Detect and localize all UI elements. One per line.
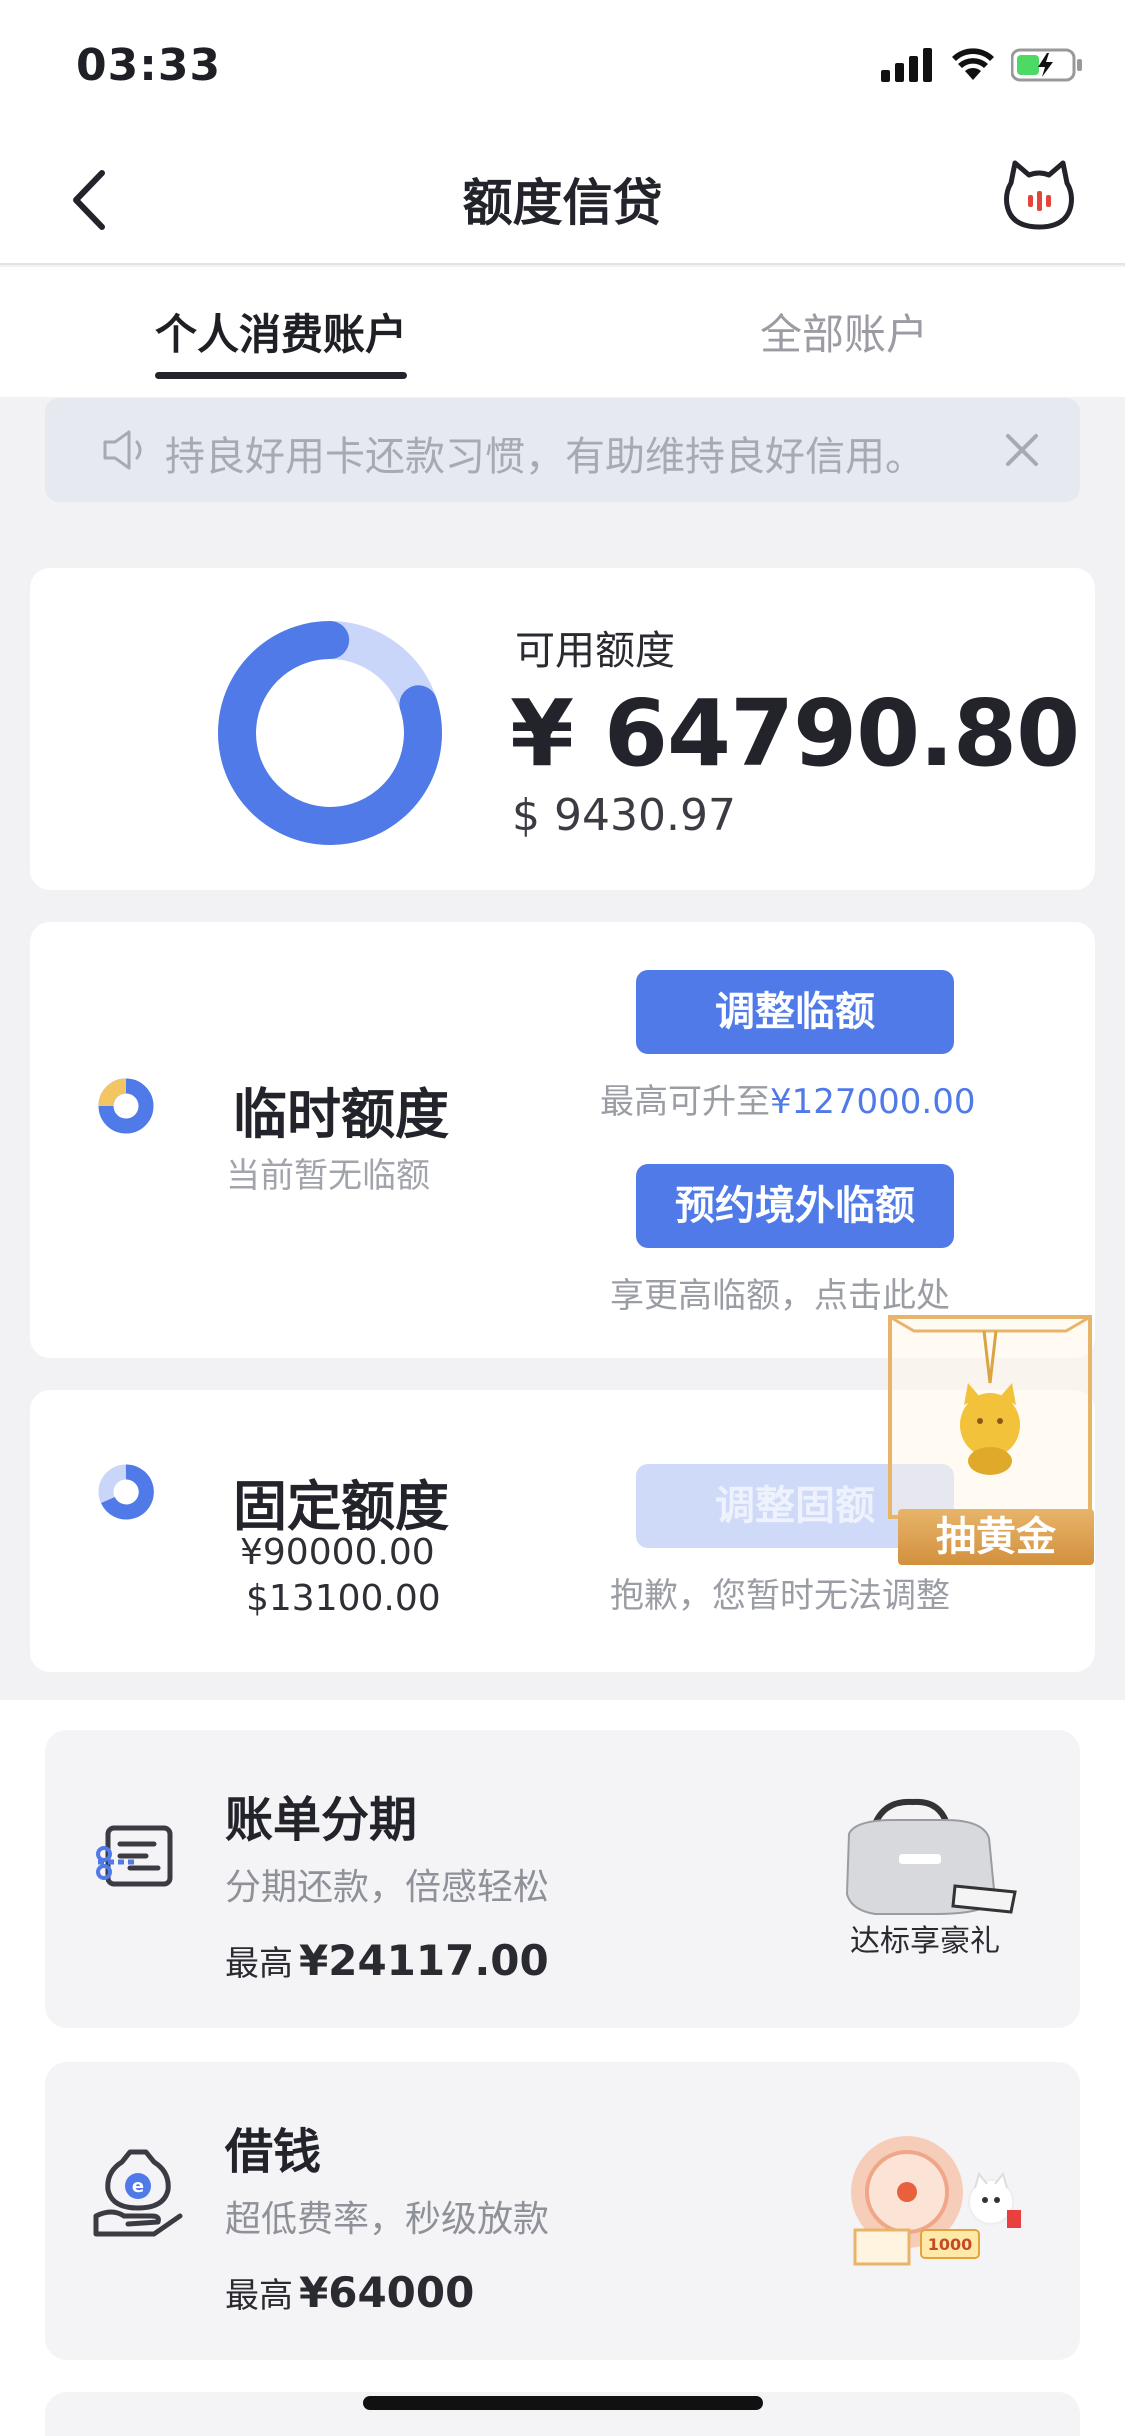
feature-promo-label: 达标享豪礼: [850, 1924, 1000, 1959]
status-icons: [881, 48, 1083, 82]
tab-all-accounts[interactable]: 全部账户: [760, 301, 928, 362]
overseas-note[interactable]: 享更高临额，点击此处: [610, 1268, 950, 1317]
travel-bag-image: [845, 1798, 1017, 1915]
temporary-limit-card: 临时额度 当前暂无临额 调整临额 最高可升至¥127000.00 预约境外临额 …: [30, 922, 1095, 1358]
adjust-temp-limit-button[interactable]: 调整临额: [636, 970, 954, 1054]
max-note-prefix: 最高可升至: [600, 1082, 770, 1122]
feature-max: 最高 ¥64000: [225, 2268, 474, 2317]
feature-title: 借钱: [225, 2124, 322, 2180]
home-indicator: [363, 2396, 763, 2410]
status-bar: 03:33: [0, 0, 1125, 135]
temp-limit-title: 临时额度: [233, 1083, 449, 1146]
fixed-limit-title: 固定额度: [233, 1475, 449, 1538]
overseas-temp-limit-button[interactable]: 预约境外临额: [636, 1164, 954, 1248]
nav-bar: 额度信贷: [0, 135, 1125, 265]
fixed-limit-usd: $13100.00: [246, 1578, 441, 1619]
feature-max-prefix: 最高: [225, 1944, 293, 1984]
status-time: 03:33: [76, 40, 222, 91]
notice-text: 持良好用卡还款习惯，有助维持良好信用。: [165, 434, 925, 480]
gold-draw-promo[interactable]: 抽黄金: [884, 1313, 1096, 1567]
wifi-icon: [952, 48, 994, 80]
tab-active-indicator: [155, 372, 407, 379]
feature-max-prefix: 最高: [225, 2276, 293, 2316]
gold-promo-label: 抽黄金: [898, 1509, 1094, 1565]
svg-text:1000: 1000: [928, 2235, 973, 2254]
feature-title: 账单分期: [225, 1792, 418, 1848]
svg-text:e: e: [132, 2176, 144, 2197]
max-note-value: ¥127000.00: [770, 1082, 976, 1122]
temp-limit-subtitle: 当前暂无临额: [226, 1156, 430, 1196]
loan-card[interactable]: e 借钱 超低费率，秒级放款 最高 ¥64000 1000: [45, 2062, 1080, 2360]
prize-wheel-image: 1000: [851, 2136, 1021, 2266]
temp-limit-pie-icon: [98, 1078, 154, 1134]
available-credit-donut: [218, 621, 442, 845]
close-icon[interactable]: [1002, 430, 1042, 470]
available-cny-amount: ¥ 64790.80: [510, 680, 1080, 787]
account-tabs: 个人消费账户 全部账户: [0, 267, 1125, 397]
available-credit-card: 可用额度 ¥ 64790.80 $ 9430.97: [30, 568, 1095, 890]
speaker-icon: [103, 430, 142, 470]
feature-subtitle: 分期还款，倍感轻松: [225, 1867, 550, 1908]
fixed-limit-pie-icon: [98, 1464, 154, 1520]
feature-max-value: ¥24117.00: [299, 1936, 549, 1985]
fixed-limit-note: 抱歉，您暂时无法调整: [610, 1576, 950, 1616]
signal-icon: [881, 48, 932, 82]
tab-personal-account[interactable]: 个人消费账户: [155, 301, 407, 362]
available-label: 可用额度: [515, 628, 675, 674]
mascot-cat-icon[interactable]: [1001, 157, 1077, 233]
feature-max: 最高 ¥24117.00: [225, 1936, 549, 1985]
feature-subtitle: 超低费率，秒级放款: [225, 2199, 550, 2240]
feature-max-value: ¥64000: [299, 2268, 475, 2317]
loan-icon: e: [93, 2149, 183, 2237]
available-usd-amount: $ 9430.97: [512, 790, 736, 841]
bill-installment-card[interactable]: 账单分期 分期还款，倍感轻松 最高 ¥24117.00 达标享豪礼: [45, 1730, 1080, 2028]
installment-icon: [96, 1825, 173, 1887]
temp-limit-max-note: 最高可升至¥127000.00: [600, 1074, 976, 1123]
notice-banner: 持良好用卡还款习惯，有助维持良好信用。: [45, 398, 1080, 502]
battery-icon: [1011, 48, 1082, 82]
fixed-limit-cny: ¥90000.00: [240, 1532, 435, 1573]
page-title: 额度信贷: [462, 174, 663, 232]
